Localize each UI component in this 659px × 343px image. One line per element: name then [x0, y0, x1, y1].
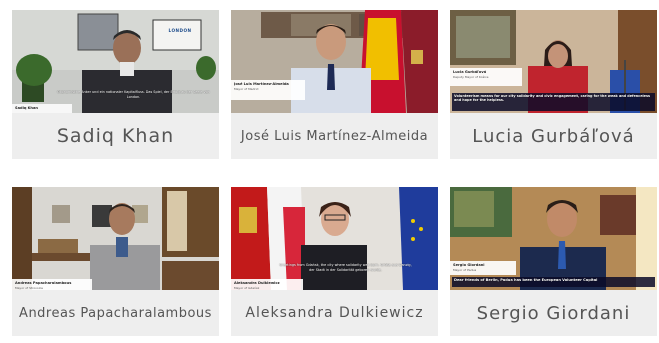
participant-name: Andreas Papacharalambous	[19, 305, 212, 321]
subtitle-caption: Volunteerism means for our city solidari…	[452, 93, 655, 111]
participant-name: Sergio Giordani	[476, 302, 631, 324]
backdrop-logo-text: LONDON	[168, 28, 192, 33]
participant-name-bar: Sadiq Khan	[12, 113, 219, 159]
video-feed[interactable]: José Luis Martínez-Almeida Mayor of Madr…	[231, 10, 438, 113]
overlay-role: Mayor of Strovolos	[15, 286, 43, 290]
participant-name-bar: Andreas Papacharalambous	[12, 290, 219, 336]
video-feed[interactable]: Sergio Giordani Mayor of Padua Dear frie…	[450, 187, 657, 290]
participant-name: Lucia Gurbáľová	[472, 125, 635, 147]
overlay-role: Mayor of Madrid	[234, 87, 259, 91]
video-scene	[12, 187, 219, 290]
participant-name-bar: Lucia Gurbáľová	[450, 113, 657, 159]
overlay-role: Mayor of Gdańsk	[234, 286, 260, 290]
lower-third: Sergio Giordani Mayor of Padua	[450, 261, 516, 275]
participant-tile-sadiq-khan[interactable]: LONDON Sadiq Khan Ökonomische Anker und …	[12, 10, 219, 159]
participant-tile-aleksandra-dulkiewicz[interactable]: Greetings from Gdańsk, the city where so…	[231, 187, 438, 336]
lower-third: Sadiq Khan	[12, 104, 72, 113]
overlay-role: Mayor of Padua	[453, 268, 477, 272]
video-feed[interactable]: Andreas Papacharalambous Mayor of Strovo…	[12, 187, 219, 290]
subtitle-caption: Dear friends of Berlin, Padua has been t…	[452, 277, 655, 287]
participant-name-bar: José Luis Martínez-Almeida	[231, 113, 438, 159]
participant-name-bar: Aleksandra Dulkiewicz	[231, 290, 438, 336]
participant-name-bar: Sergio Giordani	[450, 290, 657, 336]
participant-name: Aleksandra Dulkiewicz	[245, 305, 424, 321]
video-feed[interactable]: Lucia Gurbáľová Deputy Mayor of Košice V…	[450, 10, 657, 113]
lower-third: Andreas Papacharalambous Mayor of Strovo…	[12, 279, 92, 290]
participant-name: Sadiq Khan	[56, 125, 175, 147]
video-scene	[231, 187, 438, 290]
participant-name: José Luis Martínez-Almeida	[240, 128, 429, 144]
participant-tile-lucia-gurbalova[interactable]: Lucia Gurbáľová Deputy Mayor of Košice V…	[450, 10, 657, 159]
subtitle-caption: Ökonomische Anker und ein nationaler Kap…	[57, 90, 210, 99]
lower-third: Lucia Gurbáľová Deputy Mayor of Košice	[450, 68, 522, 86]
lower-third: José Luis Martínez-Almeida Mayor of Madr…	[231, 80, 305, 100]
lower-third: Aleksandra Dulkiewicz Mayor of Gdańsk	[231, 279, 303, 290]
overlay-role: Deputy Mayor of Košice	[453, 75, 489, 79]
participant-tile-jose-luis-martinez-almeida[interactable]: José Luis Martínez-Almeida Mayor of Madr…	[231, 10, 438, 159]
video-feed[interactable]: Greetings from Gdańsk, the city where so…	[231, 187, 438, 290]
participant-tile-andreas-papacharalambous[interactable]: Andreas Papacharalambous Mayor of Strovo…	[12, 187, 219, 336]
subtitle-caption: Greetings from Gdańsk, the city where so…	[279, 263, 412, 272]
video-feed[interactable]: LONDON Sadiq Khan Ökonomische Anker und …	[12, 10, 219, 113]
overlay-name: Sadiq Khan	[15, 106, 38, 110]
participant-tile-sergio-giordani[interactable]: Sergio Giordani Mayor of Padua Dear frie…	[450, 187, 657, 336]
